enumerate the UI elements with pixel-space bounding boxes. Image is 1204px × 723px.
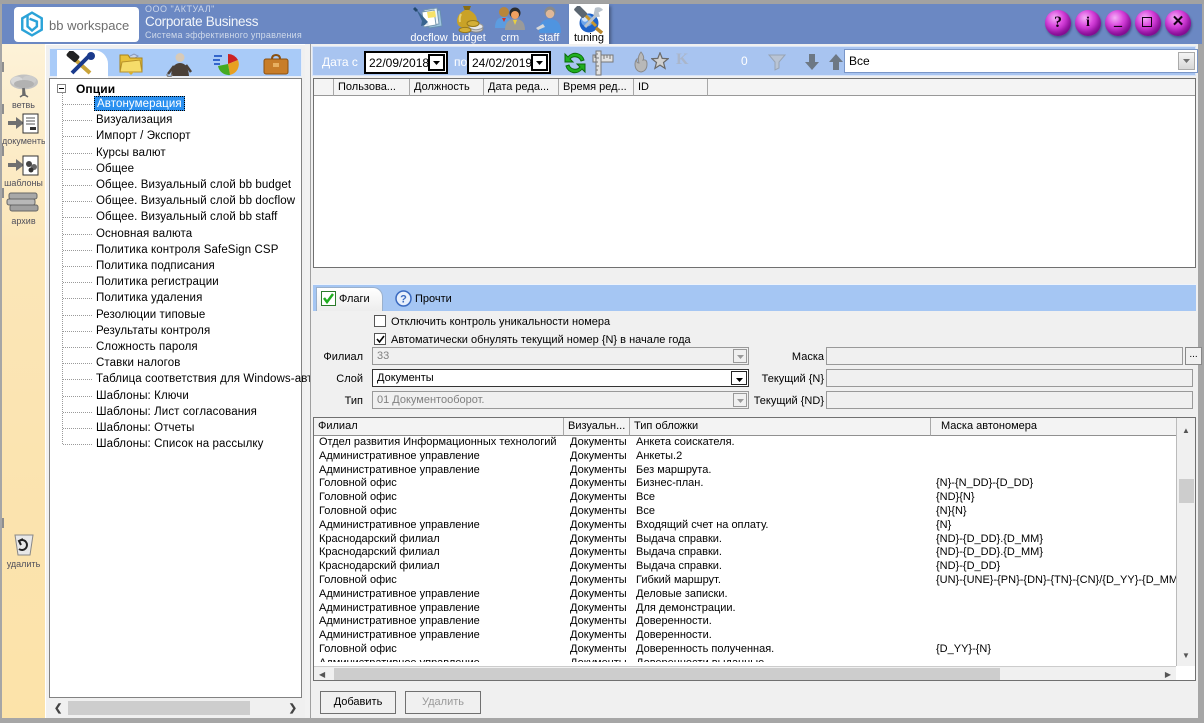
svg-text:?: ? (400, 294, 407, 306)
